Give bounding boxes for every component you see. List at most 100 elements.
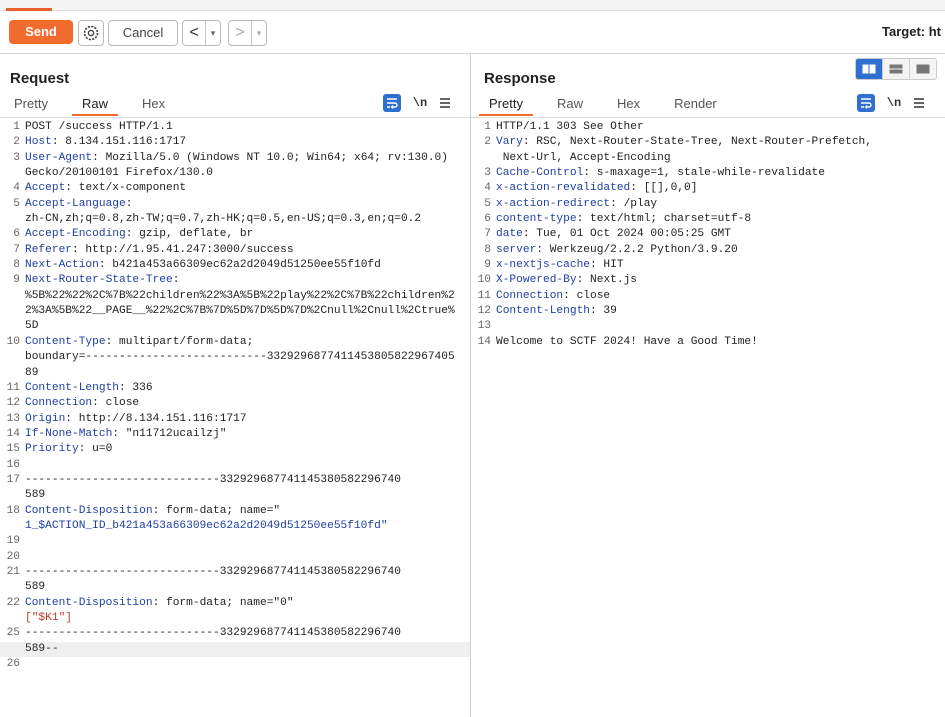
word-wrap-icon[interactable] — [857, 94, 875, 112]
code-line: 11 Connection: close — [471, 289, 945, 304]
layout-single-icon[interactable] — [910, 59, 936, 79]
newline-toggle[interactable]: \n — [885, 96, 903, 110]
line-text: User-Agent: Mozilla/5.0 (Windows NT 10.0… — [25, 151, 455, 180]
line-text: Connection: close — [496, 289, 611, 302]
code-line: 15 Priority: u=0 — [0, 442, 470, 457]
tab-raw[interactable]: Raw — [547, 94, 593, 114]
line-number: 19 — [6, 535, 20, 548]
header-value: Next.js — [583, 274, 638, 287]
code-line: 1 HTTP/1.1 303 See Other — [471, 120, 945, 135]
code-line: 7 date: Tue, 01 Oct 2024 00:05:25 GMT — [471, 227, 945, 242]
code-line: 18 Content-Disposition: form-data; name="… — [0, 504, 470, 535]
line-text — [25, 458, 465, 473]
menu-icon[interactable] — [913, 97, 925, 109]
header-name: Content-Length — [496, 305, 590, 318]
header-name: Origin — [25, 412, 66, 425]
plain-text: -----------------------------33292968774… — [25, 473, 401, 502]
header-name: Connection — [25, 397, 93, 410]
code-line: 26 — [0, 657, 470, 672]
menu-icon[interactable] — [439, 97, 451, 109]
header-name: If-None-Match — [25, 427, 113, 440]
back-dropdown-icon[interactable]: ▾ — [206, 21, 220, 45]
window-top-strip — [0, 0, 945, 11]
line-text: Cache-Control: s-maxage=1, stale-while-r… — [496, 167, 825, 180]
tab-pretty[interactable]: Pretty — [4, 94, 58, 114]
tab-hex[interactable]: Hex — [132, 94, 175, 114]
line-number: 12 — [6, 397, 20, 410]
line-text: HTTP/1.1 303 See Other — [496, 120, 942, 135]
header-name: Content-Disposition — [25, 596, 153, 609]
line-number: 7 — [13, 243, 20, 256]
plain-text: HTTP/1.1 303 See Other — [496, 121, 644, 133]
code-line: 589-- — [0, 641, 470, 658]
line-number: 11 — [6, 381, 20, 394]
header-name: Content-Disposition — [25, 504, 153, 517]
line-number — [0, 642, 25, 657]
request-title: Request — [10, 70, 70, 87]
code-line: 14 Welcome to SCTF 2024! Have a Good Time… — [471, 335, 945, 350]
line-text — [25, 657, 465, 672]
tab-hex[interactable]: Hex — [607, 94, 650, 114]
settings-button[interactable] — [78, 20, 104, 46]
target-label[interactable]: Target: ht — [882, 24, 941, 39]
tab-render[interactable]: Render — [664, 94, 727, 114]
code-line: 10 X-Powered-By: Next.js — [471, 273, 945, 288]
line-number: 14 — [477, 335, 491, 348]
forward-arrow-icon[interactable]: > — [229, 21, 252, 45]
header-value: zh-CN,zh;q=0.8,zh-TW;q=0.7,zh-HK;q=0.5,e… — [25, 213, 422, 226]
line-text: Accept: text/x-component — [25, 182, 187, 195]
code-line: 5 Accept-Language: zh-CN,zh;q=0.8,zh-TW;q… — [0, 197, 470, 228]
line-number: 10 — [477, 274, 491, 287]
line-number: 17 — [6, 473, 20, 486]
request-editor[interactable]: 1 POST /success HTTP/1.1 2 Host: 8.134.151.… — [0, 120, 470, 717]
tab-pretty[interactable]: Pretty — [479, 94, 533, 116]
header-name: x-action-redirect — [496, 197, 611, 210]
line-text: Accept-Encoding: gzip, deflate, br — [25, 228, 254, 241]
tab-raw[interactable]: Raw — [71, 94, 118, 116]
forward-navigation[interactable]: > ▾ — [228, 20, 267, 46]
word-wrap-icon[interactable] — [383, 94, 401, 112]
code-line: 4 x-action-revalidated: [[],0,0] — [471, 181, 945, 196]
code-line: 12 Content-Length: 39 — [471, 304, 945, 319]
layout-stacked-icon[interactable] — [883, 59, 910, 79]
active-tab-indicator[interactable] — [6, 0, 52, 11]
plain-text: Welcome to SCTF 2024! Have a Good Time! — [496, 335, 758, 348]
newline-toggle[interactable]: \n — [411, 96, 429, 110]
layout-side-by-side-icon[interactable] — [856, 59, 883, 79]
code-line: 13 — [471, 319, 945, 334]
header-value: HIT — [596, 259, 624, 272]
header-value: text/x-component — [72, 182, 187, 195]
header-name: x-nextjs-cache — [496, 259, 590, 272]
line-text: ["$K1"] — [25, 611, 465, 626]
layout-toggle — [855, 58, 937, 80]
code-line: ["$K1"] — [0, 611, 470, 626]
line-text: Vary: RSC, Next-Router-State-Tree, Next-… — [496, 136, 872, 164]
line-text: -----------------------------33292968774… — [25, 473, 465, 504]
cancel-button[interactable]: Cancel — [108, 20, 178, 46]
line-text: date: Tue, 01 Oct 2024 00:05:25 GMT — [496, 228, 731, 241]
line-text: server: Werkzeug/2.2.2 Python/3.9.20 — [496, 243, 738, 256]
plain-text: -----------------------------33292968774… — [25, 565, 401, 594]
code-line: 11 Content-Length: 336 — [0, 381, 470, 396]
line-text: Next-Action: b421a453a66309ec62a2d2049d5… — [25, 259, 381, 272]
line-number: 3 — [484, 167, 491, 180]
header-value: form-data; name=" — [159, 504, 281, 517]
request-panel: Request Pretty Raw Hex \n 1 POST /success… — [0, 54, 471, 717]
forward-dropdown-icon[interactable]: ▾ — [252, 21, 266, 45]
header-name: Content-Type — [25, 335, 106, 348]
code-line: 4 Accept: text/x-component — [0, 181, 470, 196]
code-line: 17 -----------------------------332929687… — [0, 473, 470, 504]
line-number: 8 — [484, 243, 491, 256]
header-name: Referer — [25, 243, 72, 256]
send-button[interactable]: Send — [9, 20, 73, 44]
line-text: x-nextjs-cache: HIT — [496, 259, 624, 272]
code-line: 16 — [0, 458, 470, 473]
back-navigation[interactable]: < ▾ — [182, 20, 221, 46]
line-text: Connection: close — [25, 397, 140, 410]
back-arrow-icon[interactable]: < — [183, 21, 206, 45]
header-value: close — [98, 397, 140, 410]
header-name: Vary — [496, 136, 523, 149]
response-editor[interactable]: 1 HTTP/1.1 303 See Other 2 Vary: RSC, Next-… — [471, 120, 945, 717]
line-number: 4 — [13, 182, 20, 195]
line-text: Content-Length: 336 — [25, 381, 153, 394]
